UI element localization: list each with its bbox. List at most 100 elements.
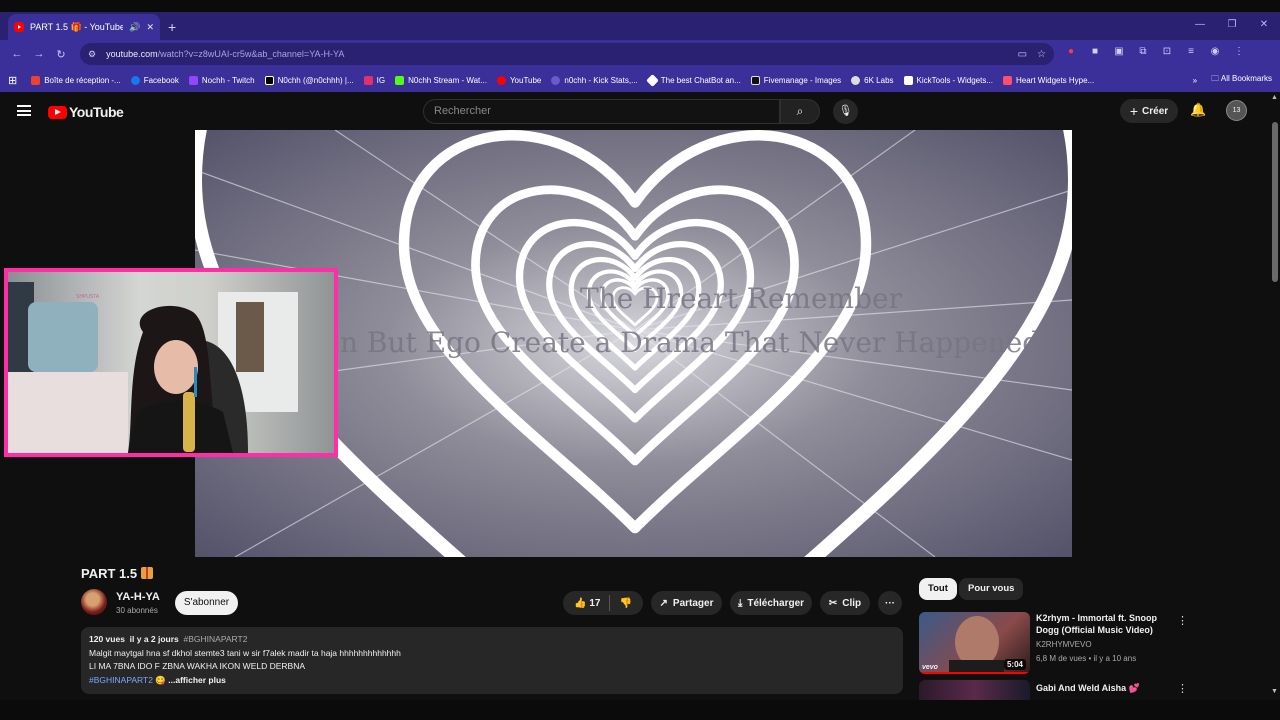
maximize-icon[interactable]: ❐ (1216, 12, 1248, 38)
create-button[interactable]: + Créer (1120, 99, 1178, 123)
video-duration: 5:04 (1003, 659, 1026, 670)
facebook-icon (130, 75, 140, 85)
youtube-favicon-icon (14, 22, 24, 32)
description-line-3: #BGHINAPART2 😋 ...afficher plus (89, 674, 895, 688)
bookmark-label: Nochh - Twitch (201, 75, 255, 85)
browser-menu-icon[interactable]: ⋮ (1232, 45, 1246, 59)
bookmark-item[interactable]: YouTube (496, 75, 541, 85)
extensions-puzzle-icon[interactable]: ⧉ (1136, 45, 1150, 59)
clip-button[interactable]: ✂ Clip (820, 591, 870, 615)
video-title-text: PART 1.5 (81, 566, 138, 581)
kickstats-icon (551, 75, 561, 85)
recommended-meta: 6,8 M de vues • il y a 10 ans (1036, 654, 1137, 663)
tab-search-icon[interactable]: ⊡ (1160, 45, 1174, 59)
channel-name[interactable]: YA-H-YA (116, 591, 160, 603)
reload-icon[interactable]: ↻ (50, 48, 72, 61)
search-icon: ⌕ (796, 104, 804, 118)
bookmark-item[interactable]: KickTools - Widgets... (903, 75, 993, 85)
bookmark-star-icon[interactable]: ☆ (1037, 49, 1046, 60)
youtube-logo[interactable]: YouTube (48, 104, 124, 120)
notifications-bell-icon[interactable]: 🔔 (1190, 102, 1206, 118)
close-tab-icon[interactable]: ✕ (146, 22, 154, 33)
os-bottom-strip (0, 700, 1280, 720)
voice-search-button[interactable]: 🎙 (833, 99, 858, 124)
bookmark-label: The best ChatBot an... (660, 75, 741, 85)
scroll-down-icon[interactable]: ▼ (1271, 688, 1278, 695)
browser-tab-bar: PART 1.5 🎁 - YouTube 🔊 ✕ + (0, 12, 1280, 40)
recommended-title[interactable]: K2rhym - Immortal ft. Snoop Dogg (Offici… (1036, 612, 1166, 636)
scrollbar-thumb[interactable] (1272, 122, 1278, 282)
emoji: 😋 (155, 674, 166, 685)
show-more-link[interactable]: ...afficher plus (168, 675, 226, 685)
extension-box-icon[interactable]: ▣ (1112, 45, 1126, 59)
extension-grey-icon[interactable]: ■ (1088, 45, 1102, 59)
browser-tab-active[interactable]: PART 1.5 🎁 - YouTube 🔊 ✕ (8, 14, 160, 40)
bookmark-label: IG (376, 75, 386, 85)
more-options-icon[interactable]: ⋮ (1177, 682, 1188, 695)
extension-red-icon[interactable]: ● (1064, 45, 1078, 59)
video-thumbnail[interactable] (919, 680, 1030, 700)
bookmark-item[interactable]: 6K Labs (851, 75, 894, 85)
bookmark-item[interactable]: n0chh - Kick Stats,... (551, 75, 638, 85)
download-button[interactable]: ⤓ Télécharger (730, 591, 812, 615)
close-window-icon[interactable]: ✕ (1248, 12, 1280, 38)
create-label: Créer (1142, 105, 1169, 117)
all-bookmarks-button[interactable]: 🗀 All Bookmarks (1211, 73, 1272, 87)
bookmark-label: Boîte de réception -... (44, 75, 121, 85)
bookmark-item[interactable]: IG (363, 75, 386, 85)
dislike-button[interactable]: 👎 (619, 598, 631, 609)
cast-icon[interactable]: ▭ (1018, 49, 1027, 60)
like-dislike-group: 👍 17 👎 (563, 591, 643, 615)
mic-icon: 🎙 (838, 105, 853, 117)
playlist-icon[interactable]: ≡ (1184, 45, 1198, 59)
forward-icon[interactable]: → (28, 48, 50, 60)
channel-avatar[interactable] (81, 589, 107, 615)
bookmark-item[interactable]: Nochh - Twitch (188, 75, 255, 85)
youtube-logo-text: YouTube (69, 104, 124, 120)
search-input[interactable]: Rechercher (423, 99, 780, 124)
share-button[interactable]: ↗ Partager (651, 591, 722, 615)
like-button[interactable]: 👍 17 (574, 598, 600, 609)
more-actions-button[interactable]: ··· (878, 591, 902, 615)
hashtag-link[interactable]: #BGHINAPART2 (89, 675, 153, 685)
scroll-up-icon[interactable]: ▲ (1271, 94, 1278, 101)
kick-icon (395, 75, 405, 85)
bookmark-item[interactable]: Facebook (130, 75, 179, 85)
more-bookmarks-button[interactable]: » (1193, 76, 1197, 85)
site-info-icon[interactable]: ⚙ (88, 49, 96, 60)
description-line-1: Malgit maytgal hna sf dkhol stemte3 tani… (89, 647, 401, 658)
description-box[interactable]: 120 vues il y a 2 jours #BGHINAPART2 Mal… (81, 627, 903, 694)
bookmark-item[interactable]: N0chh (@n0chhh) |... (264, 75, 354, 85)
address-bar[interactable]: ⚙ youtube.com/watch?v=z8wUAI-cr5w&ab_cha… (80, 43, 1054, 65)
chip-for-you[interactable]: Pour vous (959, 578, 1024, 600)
chip-all[interactable]: Tout (919, 578, 957, 600)
more-options-icon[interactable]: ⋮ (1177, 614, 1188, 627)
search-button[interactable]: ⌕ (780, 99, 820, 124)
speaker-icon[interactable]: 🔊 (129, 22, 140, 33)
minimize-icon[interactable]: — (1184, 12, 1216, 38)
bookmark-item[interactable]: Heart Widgets Hype... (1003, 75, 1094, 85)
bookmark-item[interactable]: N0chh Stream - Wat... (395, 75, 487, 85)
bookmark-item[interactable]: Boîte de réception -... (31, 75, 121, 85)
bookmarks-right: » 🗀 All Bookmarks (1193, 68, 1272, 92)
back-icon[interactable]: ← (6, 48, 28, 60)
bookmark-item[interactable]: The best ChatBot an... (645, 73, 741, 87)
recommended-channel[interactable]: K2RHYMVEVO (1036, 640, 1092, 649)
all-bookmarks-label: All Bookmarks (1220, 74, 1272, 83)
kicktools-icon (903, 75, 913, 85)
description-meta: 120 vues il y a 2 jours #BGHINAPART2 (89, 633, 895, 647)
hashtag-link[interactable]: #BGHINAPART2 (184, 634, 248, 644)
url-path: /watch?v=z8wUAI-cr5w&ab_channel=YA-H-YA (157, 49, 345, 59)
video-thumbnail[interactable]: vevo 5:04 (919, 612, 1030, 674)
new-tab-button[interactable]: + (168, 14, 176, 40)
apps-grid-icon[interactable]: ⊞ (8, 74, 17, 87)
profile-icon[interactable]: ◉ (1208, 45, 1222, 59)
recommended-title[interactable]: Gabi And Weld Aisha 💕 (1036, 682, 1186, 694)
share-label: Partager (672, 597, 714, 609)
account-avatar[interactable]: 13 (1226, 100, 1247, 121)
thumbs-up-icon: 👍 (574, 597, 587, 609)
page-scrollbar[interactable]: ▲ ▼ (1270, 92, 1280, 700)
bookmark-item[interactable]: Fivemanage - Images (750, 75, 841, 85)
subscribe-button[interactable]: S'abonner (175, 591, 238, 615)
menu-icon[interactable] (17, 105, 31, 116)
